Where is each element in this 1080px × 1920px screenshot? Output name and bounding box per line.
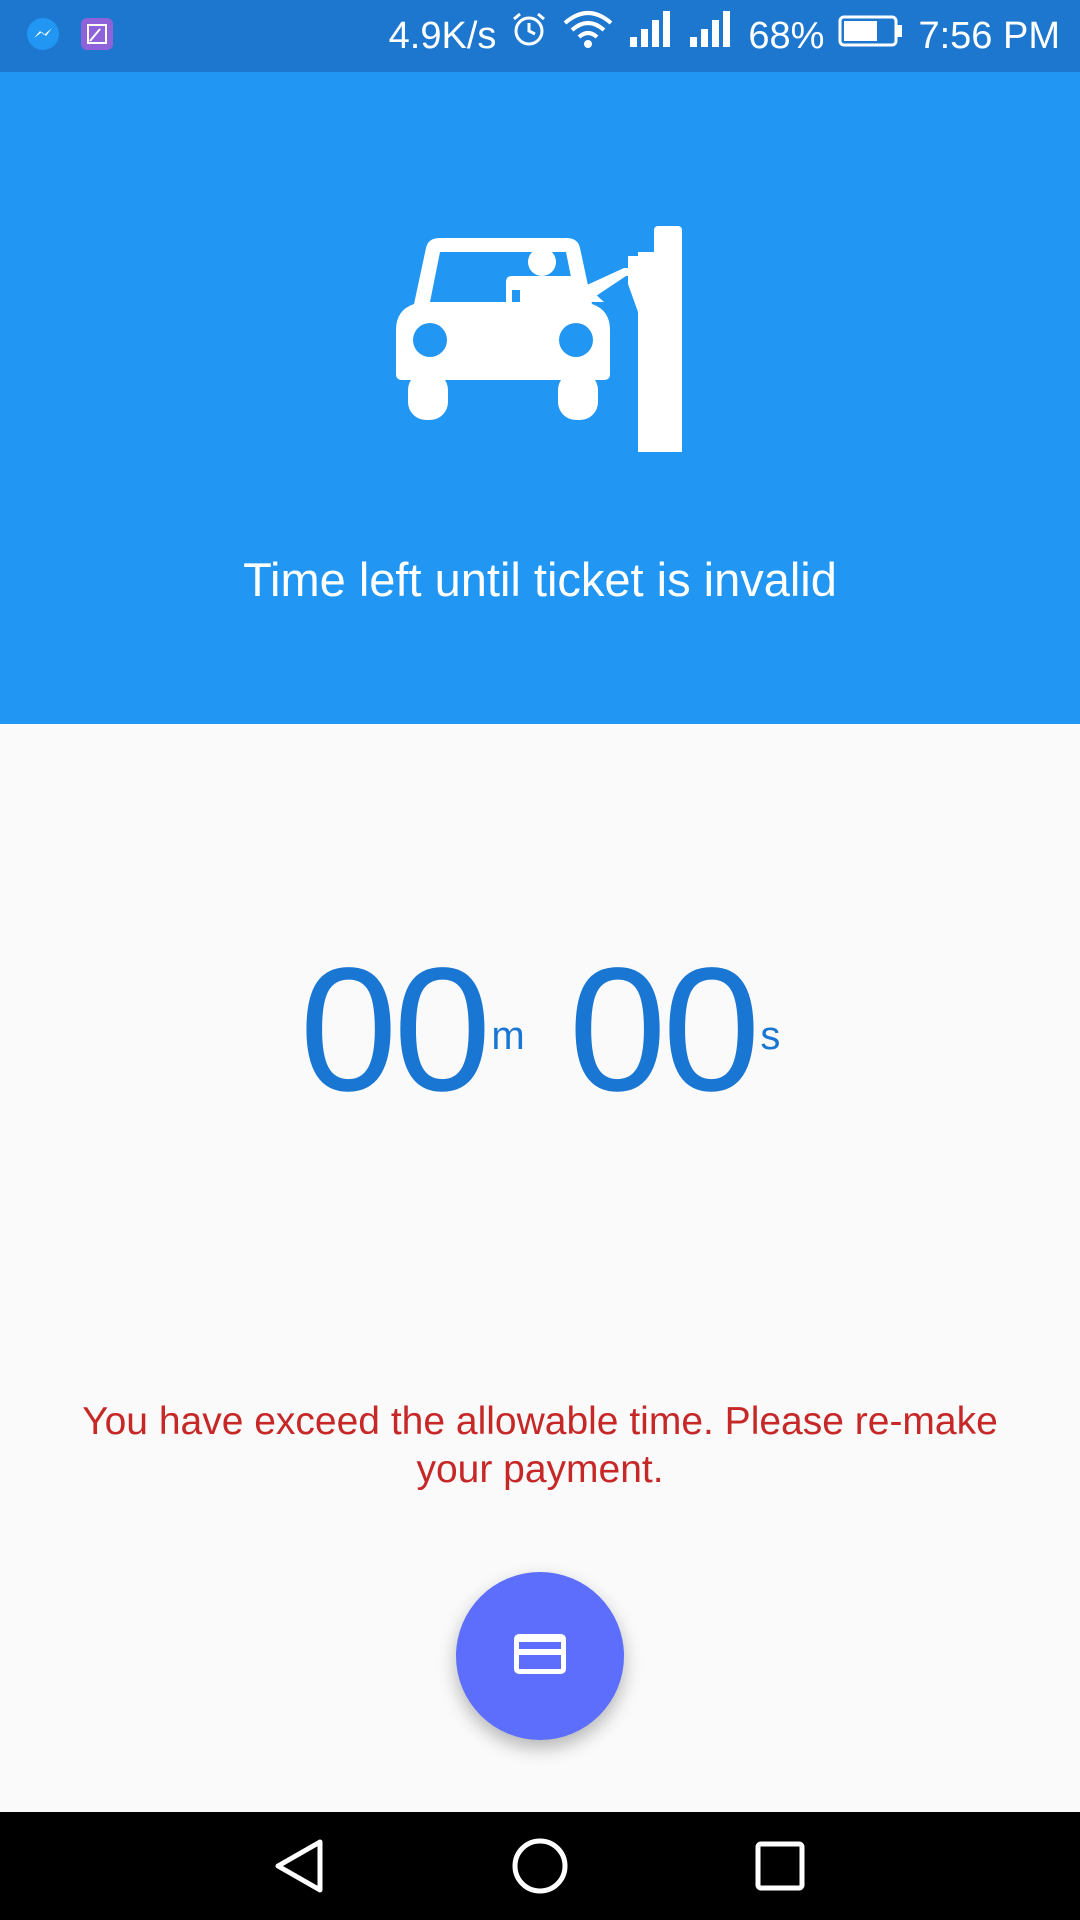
home-icon	[510, 1838, 570, 1900]
signal-icon	[688, 9, 734, 63]
payment-button[interactable]	[456, 1572, 624, 1740]
status-notifications	[26, 17, 114, 56]
battery-percent: 68%	[748, 15, 825, 57]
battery-icon	[838, 10, 904, 62]
clock: 7:56 PM	[918, 15, 1060, 57]
signal-icon	[628, 9, 674, 63]
countdown-timer: 00 m 00 s	[0, 940, 1080, 1120]
back-button[interactable]	[270, 1836, 330, 1896]
network-speed: 4.9K/s	[388, 15, 497, 57]
seconds-unit: s	[760, 1014, 781, 1058]
recents-button[interactable]	[750, 1836, 810, 1896]
timeout-message: You have exceed the allowable time. Plea…	[82, 1400, 998, 1491]
seconds-value: 00	[568, 932, 761, 1128]
back-icon	[270, 1839, 330, 1900]
minutes-value: 00	[299, 932, 492, 1128]
gallery-icon	[80, 17, 114, 56]
alarm-icon	[510, 10, 548, 62]
status-indicators: 4.9K/s 68% 7:56 PM	[389, 10, 1060, 62]
header-banner: Time left until ticket is invalid	[0, 72, 1080, 724]
home-button[interactable]	[510, 1836, 570, 1896]
header-title: Time left until ticket is invalid	[243, 553, 837, 606]
navigation-bar	[0, 1812, 1080, 1920]
messenger-icon	[26, 17, 60, 56]
car-parking-gate-icon	[388, 212, 692, 456]
recents-icon	[750, 1841, 810, 1900]
minutes-unit: m	[491, 1014, 525, 1058]
wifi-icon	[562, 9, 614, 63]
credit-card-icon	[512, 1632, 568, 1681]
status-bar: 4.9K/s 68% 7:56 PM	[0, 0, 1080, 72]
